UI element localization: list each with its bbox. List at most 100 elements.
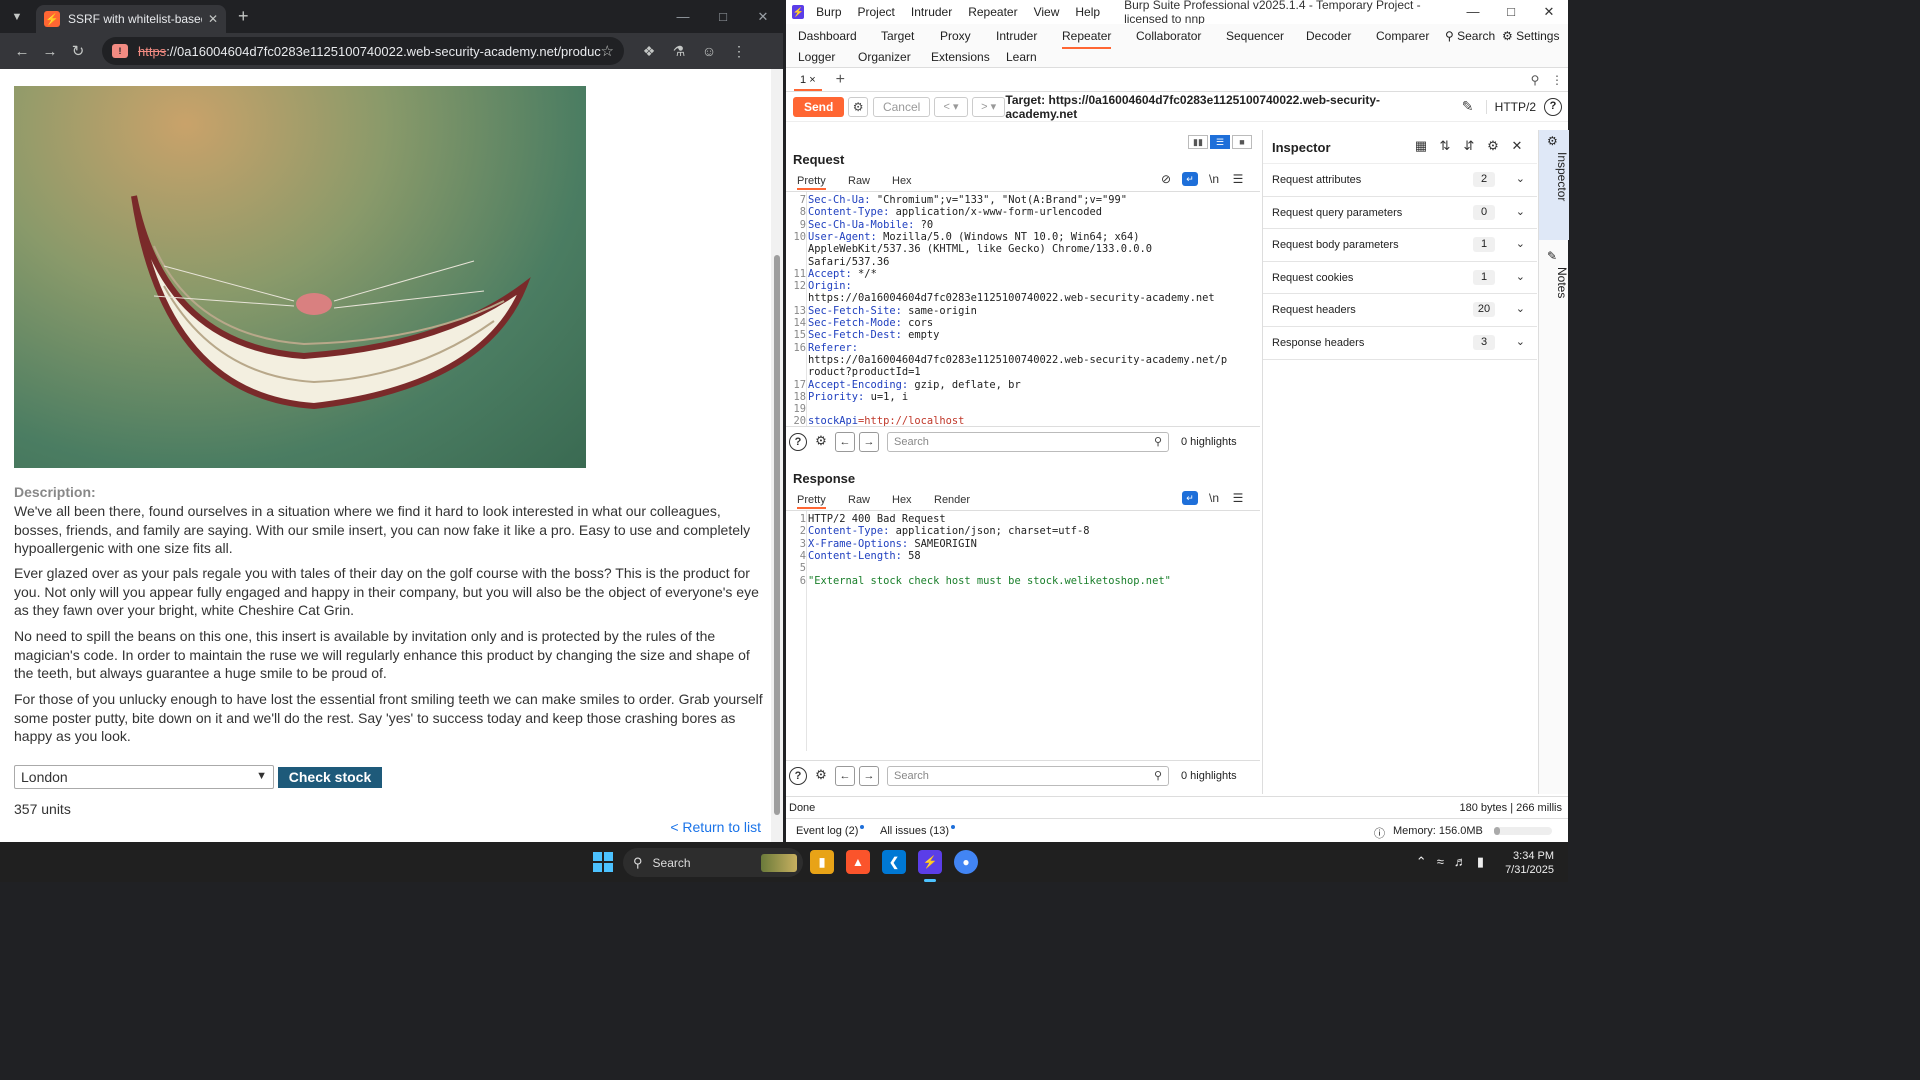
next-match-arrow-icon[interactable]: → <box>859 431 879 452</box>
burp-suite-icon[interactable]: ⚡ <box>918 850 942 874</box>
gear-icon[interactable]: ⚙ <box>811 432 831 452</box>
minimize-icon[interactable]: — <box>1454 4 1492 20</box>
rail-notes-tab[interactable]: ✎ Notes <box>1539 245 1569 325</box>
edit-target-pencil-icon[interactable]: ✎ <box>1456 98 1480 115</box>
send-button[interactable]: Send <box>793 96 845 117</box>
menu-help[interactable]: Help <box>1075 5 1100 19</box>
response-tab-hex[interactable]: Hex <box>892 494 912 506</box>
tab-organizer[interactable]: Organizer <box>858 50 911 64</box>
response-search-input[interactable]: Search ⚲ <box>887 765 1169 786</box>
chevron-down-icon[interactable]: ⌄ <box>1516 205 1525 218</box>
close-icon[interactable]: × <box>809 74 815 86</box>
chevron-down-icon[interactable]: ⌄ <box>1516 237 1525 250</box>
inspector-section-row[interactable]: Request cookies 1 ⌄ <box>1263 262 1537 295</box>
response-tab-pretty[interactable]: Pretty <box>797 494 826 509</box>
windows-start-icon[interactable] <box>593 852 613 872</box>
rail-inspector-tab[interactable]: ⚙ Inspector <box>1539 130 1569 240</box>
close-tab-icon[interactable]: ✕ <box>208 12 218 26</box>
tab-intruder[interactable]: Intruder <box>996 29 1037 43</box>
menu-repeater[interactable]: Repeater <box>968 5 1017 19</box>
back-arrow-icon[interactable]: ← <box>8 43 36 60</box>
global-search-button[interactable]: ⚲ Search <box>1445 29 1495 43</box>
response-editor[interactable]: 1 HTTP/2 400 Bad Request 2 Content-Type: ap… <box>786 511 1260 751</box>
help-icon[interactable]: ? <box>789 766 807 785</box>
layout-side-by-side-icon[interactable]: ▮▮ <box>1188 135 1208 149</box>
extensions-puzzle-icon[interactable]: ❖ <box>634 43 664 60</box>
chrome-icon[interactable]: ● <box>954 850 978 874</box>
tab-search-chevron-icon[interactable]: ▼ <box>6 6 28 28</box>
close-window-icon[interactable]: ✕ <box>1530 4 1568 20</box>
store-select[interactable]: London ▼ <box>14 765 274 789</box>
tab-collaborator[interactable]: Collaborator <box>1136 29 1201 43</box>
request-tab-pretty[interactable]: Pretty <box>797 175 826 190</box>
page-scrollbar-thumb[interactable] <box>774 255 780 815</box>
forward-arrow-icon[interactable]: → <box>36 43 64 60</box>
tab-decoder[interactable]: Decoder <box>1306 29 1351 43</box>
inspector-section-row[interactable]: Request headers 20 ⌄ <box>1263 294 1537 327</box>
http-version-label[interactable]: HTTP/2 <box>1485 99 1536 114</box>
layout-tabbed-icon[interactable]: ■ <box>1232 135 1252 149</box>
browser-tab-active[interactable]: ⚡ SSRF with whitelist-based input ✕ <box>36 5 226 33</box>
request-tab-raw[interactable]: Raw <box>848 175 870 187</box>
more-menu-icon[interactable]: ⋮ <box>724 43 754 60</box>
tab-sequencer[interactable]: Sequencer <box>1226 29 1284 43</box>
tab-dashboard[interactable]: Dashboard <box>798 29 857 43</box>
close-icon[interactable]: ✕ <box>1505 138 1529 154</box>
menu-lines-icon[interactable]: ☰ <box>1226 172 1250 186</box>
chevron-down-icon[interactable]: ⌄ <box>1516 172 1525 185</box>
menu-view[interactable]: View <box>1034 5 1060 19</box>
send-settings-gear-icon[interactable]: ⚙ <box>848 96 869 117</box>
check-stock-button[interactable]: Check stock <box>278 767 382 788</box>
newline-toggle-icon[interactable]: \n <box>1202 172 1226 186</box>
menu-burp[interactable]: Burp <box>816 5 841 19</box>
inspector-section-row[interactable]: Request attributes 2 ⌄ <box>1263 164 1537 197</box>
help-icon[interactable]: ? <box>789 432 807 451</box>
help-icon[interactable]: ? <box>1544 97 1563 116</box>
repeater-tab-1[interactable]: 1 × <box>794 69 822 91</box>
wrap-lines-icon[interactable]: ↵ <box>1182 172 1198 186</box>
tab-logger[interactable]: Logger <box>798 50 835 64</box>
response-tab-render[interactable]: Render <box>934 494 970 506</box>
tab-target[interactable]: Target <box>881 29 914 43</box>
request-search-input[interactable]: Search ⚲ <box>887 431 1169 452</box>
prev-match-arrow-icon[interactable]: ← <box>835 765 855 786</box>
event-log-button[interactable]: Event log (2) <box>796 825 865 837</box>
newline-toggle-icon[interactable]: \n <box>1202 491 1226 505</box>
history-back-button[interactable]: < ▾ <box>934 96 968 117</box>
tab-learn[interactable]: Learn <box>1006 50 1037 64</box>
response-tab-raw[interactable]: Raw <box>848 494 870 506</box>
next-match-arrow-icon[interactable]: → <box>859 765 879 786</box>
maximize-icon[interactable]: □ <box>1492 4 1530 20</box>
vscode-icon[interactable]: ❮ <box>882 850 906 874</box>
menu-intruder[interactable]: Intruder <box>911 5 952 19</box>
address-bar[interactable]: ! https://0a16004604d7fc0283e11251007400… <box>102 37 624 65</box>
inspector-section-row[interactable]: Response headers 3 ⌄ <box>1263 327 1537 360</box>
battery-icon[interactable]: ▮ <box>1477 854 1484 870</box>
expand-all-icon[interactable]: ⇅ <box>1433 138 1457 154</box>
wifi-icon[interactable]: ≈ <box>1437 854 1444 870</box>
volume-icon[interactable]: ♬ <box>1454 854 1467 870</box>
taskbar-search[interactable]: ⚲ Search <box>623 848 803 877</box>
request-tab-hex[interactable]: Hex <box>892 175 912 187</box>
new-tab-icon[interactable]: + <box>238 6 249 27</box>
gear-icon[interactable]: ⚙ <box>811 766 831 786</box>
chevron-down-icon[interactable]: ⌄ <box>1516 302 1525 315</box>
labs-flask-icon[interactable]: ⚗ <box>664 43 694 60</box>
hide-eye-icon[interactable]: ⊘ <box>1154 172 1178 186</box>
more-menu-icon[interactable]: ⋮ <box>1546 73 1568 87</box>
minimize-icon[interactable]: — <box>663 9 703 25</box>
tab-comparer[interactable]: Comparer <box>1376 29 1429 43</box>
all-issues-button[interactable]: All issues (13) <box>880 825 956 837</box>
brave-browser-icon[interactable]: ▲ <box>846 850 870 874</box>
gear-icon[interactable]: ⚙ <box>1481 138 1505 154</box>
file-explorer-icon[interactable]: ▮ <box>810 850 834 874</box>
cancel-button[interactable]: Cancel <box>873 96 931 117</box>
profile-icon[interactable]: ☺ <box>694 43 724 60</box>
tab-proxy[interactable]: Proxy <box>940 29 971 43</box>
not-secure-icon[interactable]: ! <box>112 44 128 58</box>
reload-icon[interactable]: ↻ <box>64 42 92 60</box>
settings-button[interactable]: ⚙ Settings <box>1502 29 1559 43</box>
taskbar-clock[interactable]: 3:34 PM 7/31/2025 <box>1505 849 1554 877</box>
add-tab-icon[interactable]: + <box>836 71 845 89</box>
wrap-lines-icon[interactable]: ↵ <box>1182 491 1198 505</box>
